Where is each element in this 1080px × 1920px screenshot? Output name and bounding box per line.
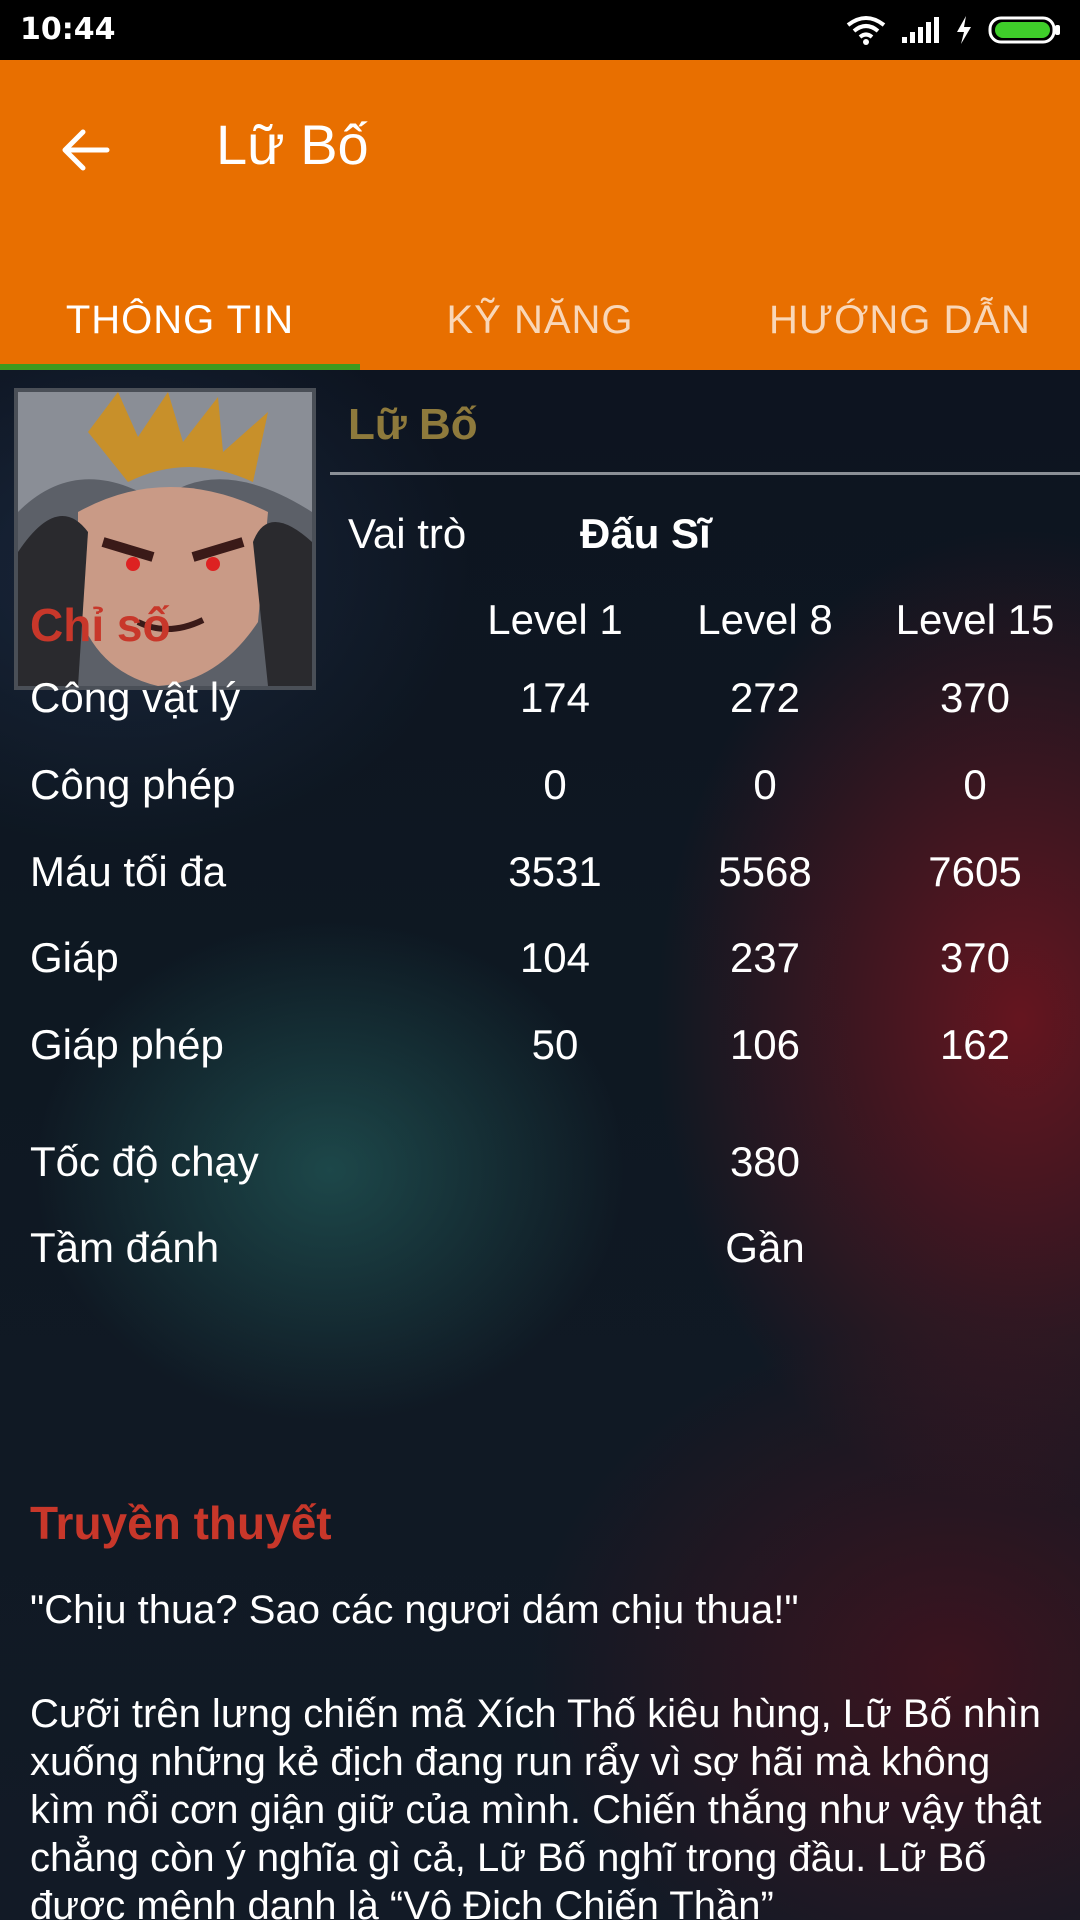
stat-value: 104 (519, 934, 591, 981)
stat-value: 272 (729, 674, 801, 721)
app-bar: Lữ Bố THÔNG TIN KỸ NĂNG HƯỚNG DẪN (0, 60, 1080, 370)
hero-name: Lữ Bố (348, 400, 478, 449)
stat-value: 237 (729, 934, 801, 981)
tab-skills[interactable]: KỸ NĂNG (360, 270, 720, 370)
level-header: Level 15 (895, 596, 1055, 643)
stat-label: Công vật lý (30, 674, 241, 721)
stat-value: 370 (939, 934, 1011, 981)
page-title: Lữ Bố (216, 113, 369, 176)
stat-value: 5568 (718, 848, 812, 895)
divider (330, 472, 1080, 475)
stat-value: 106 (729, 1021, 801, 1068)
tab-info[interactable]: THÔNG TIN (0, 270, 360, 370)
stat-value: 0 (963, 761, 987, 808)
level-header: Level 8 (697, 596, 833, 643)
stat-value: 0 (753, 761, 777, 808)
stat-value: 370 (939, 674, 1011, 721)
level-header: Level 1 (487, 596, 623, 643)
legend-quote: "Chịu thua? Sao các ngươi dám chịu thua!… (30, 1588, 799, 1632)
movement-speed-label: Tốc độ chạy (30, 1138, 259, 1185)
role-value: Đấu Sĩ (580, 510, 711, 557)
battery-icon (988, 16, 1060, 44)
legend-title: Truyền thuyết (30, 1497, 332, 1549)
stat-value: 50 (531, 1021, 579, 1068)
charging-icon (957, 16, 971, 44)
stat-value: 3531 (508, 848, 602, 895)
attack-range-label: Tầm đánh (30, 1224, 220, 1271)
tab-guide[interactable]: HƯỚNG DẪN (720, 270, 1080, 370)
stat-value: 162 (939, 1021, 1011, 1068)
movement-speed-value: 380 (729, 1138, 801, 1185)
signal-icon (902, 17, 939, 43)
tab-bar: THÔNG TIN KỸ NĂNG HƯỚNG DẪN (0, 270, 1080, 370)
legend-body: Cưỡi trên lưng chiến mã Xích Thố kiêu hù… (30, 1692, 1042, 1920)
attack-range-value: Gần (725, 1224, 805, 1271)
arrow-back-icon (62, 129, 110, 171)
wifi-icon (846, 16, 886, 45)
status-icons (846, 10, 1062, 50)
stat-value: 174 (519, 674, 591, 721)
status-bar: 10:44 (0, 0, 1080, 60)
stat-label: Công phép (30, 761, 236, 808)
stat-label: Giáp (30, 934, 119, 981)
back-button[interactable] (50, 115, 120, 185)
stats-title: Chỉ số (30, 599, 171, 651)
stat-value: 7605 (928, 848, 1022, 895)
stat-label: Giáp phép (30, 1021, 224, 1068)
role-label: Vai trò (348, 510, 467, 557)
stat-value: 0 (543, 761, 567, 808)
stat-label: Máu tối đa (30, 848, 227, 895)
status-time: 10:44 (20, 12, 116, 47)
hero-info-content[interactable]: Lữ Bố Vai trò Đấu Sĩ Chỉ số Level 1 Leve… (0, 370, 1080, 1920)
